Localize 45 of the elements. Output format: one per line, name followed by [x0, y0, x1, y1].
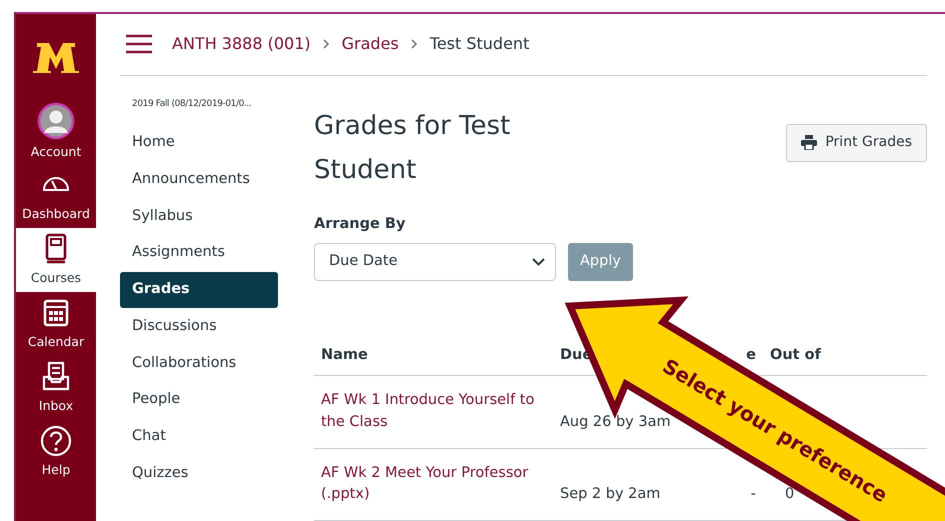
chevron-down-icon [532, 258, 545, 266]
course-nav-item[interactable]: Home [120, 125, 278, 161]
breadcrumb-link[interactable]: Grades [342, 32, 399, 56]
nav-link[interactable]: Account [16, 100, 96, 164]
due-date: Sep 2 by 2am [560, 486, 660, 502]
course-nav-item[interactable]: Quizzes [120, 456, 278, 492]
course-nav-item[interactable]: Collaborations [120, 346, 278, 382]
course-nav-item[interactable]: Announcements [120, 162, 278, 198]
breadcrumb-link[interactable]: Test Student [430, 32, 530, 56]
course-nav-item[interactable]: Grades [120, 272, 278, 308]
printer-icon [801, 135, 818, 150]
nav-label: Account [30, 143, 82, 162]
course-nav-item[interactable]: Assignments [120, 235, 278, 271]
nav-link[interactable]: Help [16, 420, 96, 484]
avatar-icon [37, 102, 75, 140]
course-nav-item[interactable]: People [120, 382, 278, 418]
column-header: Name [314, 337, 553, 376]
score-text: - [750, 486, 756, 502]
arrange-select[interactable]: Due Date [314, 243, 556, 282]
nav-label: Courses [30, 269, 82, 288]
course-nav-item[interactable]: Syllabus [120, 198, 278, 234]
menu-icon[interactable] [126, 34, 152, 54]
field-label: Arrange By [314, 214, 406, 234]
logo-icon [33, 41, 79, 73]
term-label: 2019 Fall (08/12/2019-01/0... [131, 98, 252, 110]
course-nav-item[interactable]: Discussions [120, 308, 278, 344]
help-icon [39, 424, 73, 458]
nav-link[interactable]: Courses [16, 228, 96, 292]
nav-label: Inbox [38, 397, 74, 416]
column-header: Out of [763, 337, 927, 376]
print-button[interactable]: Print Grades [786, 124, 927, 162]
page-title: Grades for Test Student [314, 110, 512, 186]
due-date: Aug 26 by 3am [560, 414, 671, 430]
breadcrumb-link[interactable]: ANTH 3888 (001) [172, 32, 311, 56]
nav-label: Calendar [28, 333, 84, 352]
nav-link[interactable]: Calendar [16, 292, 96, 356]
chevron-icon [410, 39, 418, 50]
nav-label: Help [42, 461, 70, 480]
course-nav-item[interactable]: Chat [120, 419, 278, 455]
nav-label: Dashboard [22, 205, 90, 224]
assignment-link[interactable]: AF Wk 1 Introduce Yourself to the Class [321, 390, 546, 434]
nav-link[interactable]: Inbox [16, 356, 96, 420]
nav-link[interactable]: Dashboard [16, 164, 96, 228]
assignment-link[interactable]: AF Wk 2 Meet Your Professor (.pptx) [321, 462, 546, 506]
chevron-icon [322, 39, 330, 50]
